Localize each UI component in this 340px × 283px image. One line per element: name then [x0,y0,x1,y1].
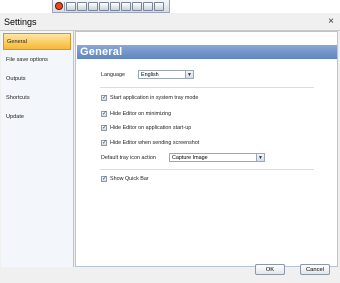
capture-text-icon[interactable] [121,1,131,11]
close-icon[interactable]: × [328,16,334,27]
tray-action-value: Capture Image [172,154,208,161]
sidebar-item-label: Outputs [6,75,26,82]
title-bar: Settings × [0,13,340,31]
language-label: Language [101,72,125,78]
sidebar-item-label: File save options [6,56,48,63]
check-icon: ✓ [101,111,108,117]
settings-window: Settings × General File save options Out… [0,13,340,283]
capture-toolbar [52,0,170,13]
sidebar-item-label: Update [6,113,25,120]
hide-on-startup-checkbox[interactable]: ✓ Hide Editor on application start-up [101,125,191,131]
tray-action-label: Default tray icon action [101,155,156,161]
chevron-down-icon: ▼ [256,154,264,161]
sidebar-item-outputs[interactable]: Outputs [1,69,73,88]
settings-sidebar: General File save options Outputs Shortc… [1,31,74,267]
open-folder-icon[interactable] [143,1,153,11]
toolbar-separator [64,1,65,11]
sidebar-item-file-save-options[interactable]: File save options [1,50,73,69]
language-select[interactable]: English ▼ [138,70,194,79]
capture-region-icon[interactable] [66,1,76,11]
checkbox-label: Start application in system tray mode [110,95,199,101]
checkbox-label: Hide Editor on minimizing [110,111,172,117]
sidebar-item-shortcuts[interactable]: Shortcuts [1,88,73,107]
section-header: General [77,45,337,59]
capture-window-icon[interactable] [77,1,87,11]
capture-object-icon[interactable] [99,1,109,11]
sidebar-item-update[interactable]: Update [1,107,73,126]
start-in-tray-checkbox[interactable]: ✓ Start application in system tray mode [101,95,198,101]
language-value: English [141,71,159,78]
sidebar-item-label: General [7,38,27,45]
window-title: Settings [4,16,37,27]
hide-on-minimize-checkbox[interactable]: ✓ Hide Editor on minimizing [101,111,171,117]
divider [100,87,314,88]
capture-fullscreen-icon[interactable] [88,1,98,11]
tray-action-select[interactable]: Capture Image ▼ [169,153,265,162]
checkbox-label: Hide Editor on application start-up [110,125,192,131]
check-icon: ✓ [101,95,108,101]
capture-scroll-icon[interactable] [110,1,120,11]
settings-panel: General Language English ▼ ✓ Start appli… [75,31,338,267]
hide-on-send-checkbox[interactable]: ✓ Hide Editor when sending screenshot [101,140,199,146]
checkbox-label: Hide Editor when sending screenshot [110,140,200,146]
sidebar-item-label: Shortcuts [6,94,30,101]
chevron-down-icon: ▼ [185,71,193,78]
cancel-button[interactable]: Cancel [300,264,330,275]
settings-icon[interactable] [154,1,164,11]
check-icon: ✓ [101,140,108,146]
ok-button[interactable]: OK [255,264,285,275]
app-logo-icon [55,1,63,11]
section-title: General [80,46,123,58]
checkbox-label: Show Quick Bar [110,176,149,182]
capture-freehand-icon[interactable] [132,1,142,11]
show-quick-bar-checkbox[interactable]: ✓ Show Quick Bar [101,176,149,182]
check-icon: ✓ [101,125,108,131]
sidebar-item-general[interactable]: General [3,33,71,50]
check-icon: ✓ [101,176,108,182]
divider [100,169,314,170]
